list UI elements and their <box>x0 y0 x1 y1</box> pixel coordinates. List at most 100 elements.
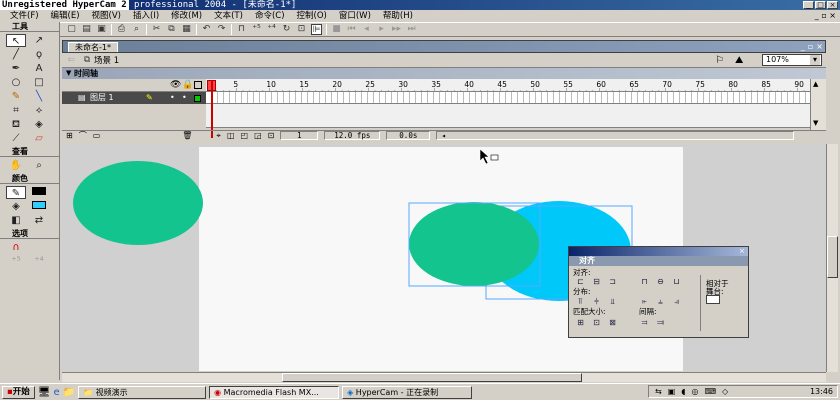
eyedropper-tool-icon[interactable]: ⟋ <box>6 132 26 145</box>
edit-multiple-icon[interactable]: ◲ <box>254 131 262 140</box>
rewind-icon[interactable]: ⏮ <box>346 24 357 35</box>
fill-color-icon[interactable]: ◈ <box>6 200 26 213</box>
align-hcenter-icon[interactable]: ⊟ <box>591 277 602 286</box>
quicklaunch-ie-icon[interactable]: e <box>53 387 59 398</box>
tray-volume-icon[interactable]: ◖ <box>681 387 685 396</box>
distribute-left-icon[interactable]: ⫦ <box>639 297 650 306</box>
vscroll-thumb[interactable] <box>827 236 838 278</box>
quicklaunch-explorer-icon[interactable]: 📁 <box>63 387 75 398</box>
default-colors-icon[interactable]: ◧ <box>6 214 26 227</box>
copy-icon[interactable]: ⧉ <box>166 24 177 35</box>
back-arrow-icon[interactable]: ⇦ <box>62 55 80 65</box>
menu-control[interactable]: 控制(O) <box>291 10 333 22</box>
outline-all-icon[interactable] <box>194 81 202 89</box>
fps-field[interactable]: 12.0 fps <box>324 131 381 140</box>
onion-skin-icon[interactable]: ◫ <box>227 131 235 140</box>
straighten-icon[interactable]: ⁺⁴ <box>266 24 277 35</box>
tray-monitor-icon[interactable]: ▣ <box>668 387 676 396</box>
smooth-option-icon[interactable]: ⁺⁵ <box>6 255 26 268</box>
swap-colors-icon[interactable]: ⇄ <box>29 214 49 227</box>
tray-app-icon[interactable]: ◇ <box>722 387 728 396</box>
distribute-vcenter-icon[interactable]: ⫩ <box>591 297 602 306</box>
scale-icon[interactable]: ⊡ <box>296 24 307 35</box>
match-height-icon[interactable]: ⊡ <box>591 318 602 327</box>
insert-folder-icon[interactable]: ▭ <box>93 131 101 140</box>
space-vertical-icon[interactable]: ⫤ <box>639 318 650 327</box>
step-back-icon[interactable]: ◂ <box>361 24 372 35</box>
layer-lock-dot[interactable]: • <box>182 92 187 104</box>
distribute-right-icon[interactable]: ⫣ <box>671 297 682 306</box>
align-panel-close-icon[interactable]: × <box>739 247 745 256</box>
timeline-collapse-icon[interactable]: ▼ <box>66 69 71 77</box>
undo-icon[interactable]: ↶ <box>201 24 212 35</box>
add-guide-layer-icon[interactable]: ⌒ <box>79 130 87 141</box>
insert-layer-icon[interactable]: ⊞ <box>66 131 73 140</box>
pencil-tool-icon[interactable]: ✎ <box>6 90 26 103</box>
stage-vscrollbar[interactable] <box>826 144 838 372</box>
menu-modify[interactable]: 修改(M) <box>165 10 208 22</box>
cut-icon[interactable]: ✂ <box>151 24 162 35</box>
ink-bottle-tool-icon[interactable]: ⛾ <box>6 118 26 131</box>
timeline-header[interactable]: 时间轴 <box>62 68 826 79</box>
print-icon[interactable]: ⎙ <box>116 24 127 35</box>
lasso-tool-icon[interactable]: ϙ <box>29 48 49 61</box>
align-panel-header[interactable]: 对齐 <box>569 256 748 266</box>
line-tool-icon[interactable]: ╱ <box>6 48 26 61</box>
paste-icon[interactable]: ▦ <box>181 24 192 35</box>
doc-window-controls[interactable]: _ ▫ × <box>815 10 836 22</box>
timeline-ruler[interactable]: 5 10 15 20 25 30 35 40 45 50 55 60 65 70 75 80 85 90 <box>206 79 810 92</box>
timeline-scroll-up-icon[interactable]: ▲ <box>813 80 818 88</box>
align-right-icon[interactable]: ⊐ <box>607 277 618 286</box>
stroke-color-icon[interactable]: ✎ <box>6 186 26 199</box>
edit-scene-icon[interactable]: ⛰ <box>735 55 743 66</box>
rectangle-tool-icon[interactable]: □ <box>29 76 49 89</box>
lock-all-icon[interactable]: 🔒 <box>182 80 193 90</box>
eraser-tool-icon[interactable]: ▱ <box>29 132 49 145</box>
quicklaunch-desktop-icon[interactable]: 🖥 <box>38 387 51 398</box>
taskbar-item-flash[interactable]: ◉ Macromedia Flash MX... <box>209 385 340 399</box>
snap-magnet-icon[interactable]: ∩ <box>6 241 26 254</box>
free-transform-tool-icon[interactable]: ⌗ <box>6 104 26 117</box>
print-preview-icon[interactable]: ⌕ <box>131 24 142 35</box>
stroke-color-swatch[interactable] <box>29 186 49 199</box>
show-hide-all-icon[interactable]: 👁 <box>170 80 181 90</box>
to-stage-toggle[interactable] <box>706 295 720 304</box>
green-circle[interactable] <box>409 202 539 286</box>
distribute-bottom-icon[interactable]: ⫫ <box>607 297 618 306</box>
match-width-icon[interactable]: ⊞ <box>575 318 586 327</box>
layer-row[interactable]: ▤ 图层 1 ✎ • • <box>62 92 206 104</box>
timeline-scroll-down-icon[interactable]: ▼ <box>813 119 818 127</box>
subselect-tool-icon[interactable]: ↗ <box>29 34 49 47</box>
center-frame-icon[interactable]: ⌖ <box>216 131 221 141</box>
distribute-hcenter-icon[interactable]: ⫨ <box>655 297 666 306</box>
open-icon[interactable]: ▤ <box>81 24 92 35</box>
align-bottom-icon[interactable]: ⊔ <box>671 277 682 286</box>
paint-bucket-tool-icon[interactable]: ◈ <box>29 118 49 131</box>
onion-outline-icon[interactable]: ◰ <box>241 131 249 140</box>
align-icon[interactable]: ⊫ <box>311 24 322 35</box>
menu-edit[interactable]: 编辑(E) <box>45 10 86 22</box>
menu-insert[interactable]: 插入(I) <box>127 10 165 22</box>
start-button[interactable]: ▪开始 <box>2 385 35 399</box>
delete-layer-icon[interactable]: 🗑 <box>182 131 192 140</box>
close-button[interactable]: × <box>827 1 838 9</box>
timeline-hscroll[interactable]: ◂ <box>436 131 795 140</box>
oval-tool-icon[interactable]: ○ <box>6 76 26 89</box>
space-horizontal-icon[interactable]: ⫥ <box>655 318 666 327</box>
menu-window[interactable]: 窗口(W) <box>333 10 377 22</box>
minimize-button[interactable]: _ <box>803 1 814 9</box>
brush-tool-icon[interactable]: ╲ <box>29 90 49 103</box>
layer-frames[interactable] <box>206 92 810 104</box>
menu-text[interactable]: 文本(T) <box>208 10 249 22</box>
document-tab[interactable]: 未命名-1* <box>68 42 118 52</box>
align-panel-titlebar[interactable] <box>569 247 748 256</box>
align-top-icon[interactable]: ⊓ <box>639 277 650 286</box>
edit-symbols-icon[interactable]: ⚐ <box>715 55 724 66</box>
menu-command[interactable]: 命令(C) <box>249 10 291 22</box>
taskbar-item-video-demo[interactable]: 📁 视频演示 <box>78 385 207 399</box>
timeline-vscroll[interactable]: ▲ ▼ <box>810 79 826 130</box>
text-tool-icon[interactable]: A <box>29 62 49 75</box>
fill-transform-tool-icon[interactable]: ⟡ <box>29 104 49 117</box>
green-circle-offstage[interactable] <box>73 161 203 245</box>
tray-ime-icon[interactable]: ⌨ <box>704 387 716 396</box>
